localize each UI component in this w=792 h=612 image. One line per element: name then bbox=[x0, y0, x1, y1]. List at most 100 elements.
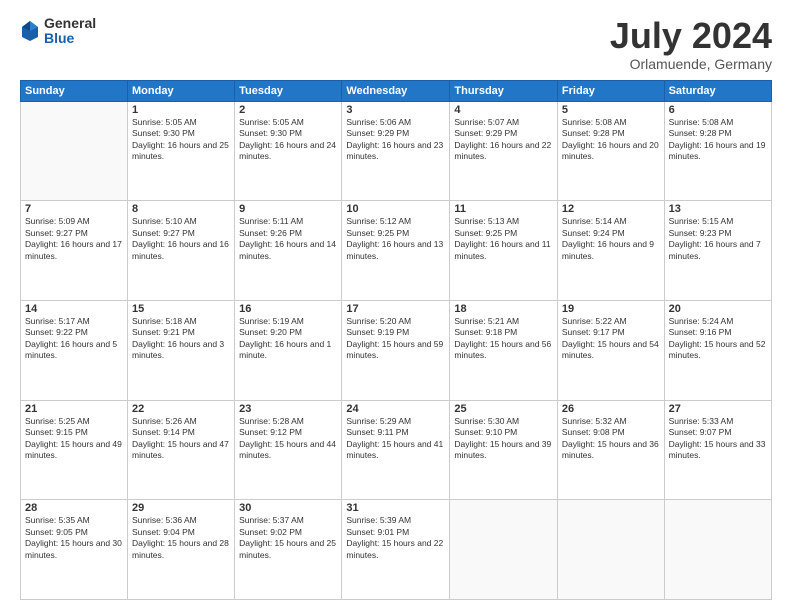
table-row: 8Sunrise: 5:10 AMSunset: 9:27 PMDaylight… bbox=[128, 201, 235, 301]
day-number: 6 bbox=[669, 104, 767, 116]
day-detail: Sunrise: 5:13 AMSunset: 9:25 PMDaylight:… bbox=[454, 216, 553, 262]
logo-icon bbox=[20, 19, 40, 43]
day-detail: Sunrise: 5:36 AMSunset: 9:04 PMDaylight:… bbox=[132, 515, 230, 561]
table-row: 29Sunrise: 5:36 AMSunset: 9:04 PMDayligh… bbox=[128, 500, 235, 600]
calendar-week-row: 28Sunrise: 5:35 AMSunset: 9:05 PMDayligh… bbox=[21, 500, 772, 600]
day-detail: Sunrise: 5:28 AMSunset: 9:12 PMDaylight:… bbox=[239, 416, 337, 462]
logo-blue: Blue bbox=[44, 31, 96, 46]
day-number: 2 bbox=[239, 104, 337, 116]
day-detail: Sunrise: 5:18 AMSunset: 9:21 PMDaylight:… bbox=[132, 316, 230, 362]
day-detail: Sunrise: 5:24 AMSunset: 9:16 PMDaylight:… bbox=[669, 316, 767, 362]
table-row: 11Sunrise: 5:13 AMSunset: 9:25 PMDayligh… bbox=[450, 201, 558, 301]
page: General Blue July 2024 Orlamuende, Germa… bbox=[0, 0, 792, 612]
day-number: 21 bbox=[25, 403, 123, 415]
table-row bbox=[557, 500, 664, 600]
calendar-week-row: 21Sunrise: 5:25 AMSunset: 9:15 PMDayligh… bbox=[21, 400, 772, 500]
day-detail: Sunrise: 5:33 AMSunset: 9:07 PMDaylight:… bbox=[669, 416, 767, 462]
day-detail: Sunrise: 5:39 AMSunset: 9:01 PMDaylight:… bbox=[346, 515, 445, 561]
table-row: 10Sunrise: 5:12 AMSunset: 9:25 PMDayligh… bbox=[342, 201, 450, 301]
day-detail: Sunrise: 5:37 AMSunset: 9:02 PMDaylight:… bbox=[239, 515, 337, 561]
day-detail: Sunrise: 5:14 AMSunset: 9:24 PMDaylight:… bbox=[562, 216, 660, 262]
title-block: July 2024 Orlamuende, Germany bbox=[610, 16, 772, 72]
table-row: 7Sunrise: 5:09 AMSunset: 9:27 PMDaylight… bbox=[21, 201, 128, 301]
day-number: 16 bbox=[239, 303, 337, 315]
calendar-table: Sunday Monday Tuesday Wednesday Thursday… bbox=[20, 80, 772, 600]
table-row: 27Sunrise: 5:33 AMSunset: 9:07 PMDayligh… bbox=[664, 400, 771, 500]
day-number: 31 bbox=[346, 502, 445, 514]
table-row: 12Sunrise: 5:14 AMSunset: 9:24 PMDayligh… bbox=[557, 201, 664, 301]
table-row: 15Sunrise: 5:18 AMSunset: 9:21 PMDayligh… bbox=[128, 300, 235, 400]
day-number: 7 bbox=[25, 203, 123, 215]
table-row: 23Sunrise: 5:28 AMSunset: 9:12 PMDayligh… bbox=[235, 400, 342, 500]
table-row: 18Sunrise: 5:21 AMSunset: 9:18 PMDayligh… bbox=[450, 300, 558, 400]
day-number: 13 bbox=[669, 203, 767, 215]
day-number: 18 bbox=[454, 303, 553, 315]
month-title: July 2024 bbox=[610, 16, 772, 56]
day-detail: Sunrise: 5:08 AMSunset: 9:28 PMDaylight:… bbox=[669, 117, 767, 163]
logo-text: General Blue bbox=[44, 16, 96, 47]
day-detail: Sunrise: 5:30 AMSunset: 9:10 PMDaylight:… bbox=[454, 416, 553, 462]
day-detail: Sunrise: 5:05 AMSunset: 9:30 PMDaylight:… bbox=[239, 117, 337, 163]
day-number: 3 bbox=[346, 104, 445, 116]
table-row: 26Sunrise: 5:32 AMSunset: 9:08 PMDayligh… bbox=[557, 400, 664, 500]
header-friday: Friday bbox=[557, 80, 664, 101]
day-number: 20 bbox=[669, 303, 767, 315]
day-number: 22 bbox=[132, 403, 230, 415]
header-thursday: Thursday bbox=[450, 80, 558, 101]
table-row: 1Sunrise: 5:05 AMSunset: 9:30 PMDaylight… bbox=[128, 101, 235, 201]
day-number: 1 bbox=[132, 104, 230, 116]
day-detail: Sunrise: 5:32 AMSunset: 9:08 PMDaylight:… bbox=[562, 416, 660, 462]
logo-general: General bbox=[44, 16, 96, 31]
table-row: 31Sunrise: 5:39 AMSunset: 9:01 PMDayligh… bbox=[342, 500, 450, 600]
day-detail: Sunrise: 5:07 AMSunset: 9:29 PMDaylight:… bbox=[454, 117, 553, 163]
day-detail: Sunrise: 5:12 AMSunset: 9:25 PMDaylight:… bbox=[346, 216, 445, 262]
table-row: 16Sunrise: 5:19 AMSunset: 9:20 PMDayligh… bbox=[235, 300, 342, 400]
table-row bbox=[450, 500, 558, 600]
day-detail: Sunrise: 5:09 AMSunset: 9:27 PMDaylight:… bbox=[25, 216, 123, 262]
header: General Blue July 2024 Orlamuende, Germa… bbox=[20, 16, 772, 72]
day-number: 29 bbox=[132, 502, 230, 514]
day-number: 30 bbox=[239, 502, 337, 514]
day-number: 14 bbox=[25, 303, 123, 315]
day-detail: Sunrise: 5:17 AMSunset: 9:22 PMDaylight:… bbox=[25, 316, 123, 362]
table-row bbox=[664, 500, 771, 600]
day-number: 10 bbox=[346, 203, 445, 215]
header-monday: Monday bbox=[128, 80, 235, 101]
day-detail: Sunrise: 5:29 AMSunset: 9:11 PMDaylight:… bbox=[346, 416, 445, 462]
table-row: 4Sunrise: 5:07 AMSunset: 9:29 PMDaylight… bbox=[450, 101, 558, 201]
day-number: 25 bbox=[454, 403, 553, 415]
table-row: 13Sunrise: 5:15 AMSunset: 9:23 PMDayligh… bbox=[664, 201, 771, 301]
day-number: 17 bbox=[346, 303, 445, 315]
calendar-week-row: 14Sunrise: 5:17 AMSunset: 9:22 PMDayligh… bbox=[21, 300, 772, 400]
day-number: 24 bbox=[346, 403, 445, 415]
table-row: 28Sunrise: 5:35 AMSunset: 9:05 PMDayligh… bbox=[21, 500, 128, 600]
table-row: 6Sunrise: 5:08 AMSunset: 9:28 PMDaylight… bbox=[664, 101, 771, 201]
day-detail: Sunrise: 5:15 AMSunset: 9:23 PMDaylight:… bbox=[669, 216, 767, 262]
table-row: 30Sunrise: 5:37 AMSunset: 9:02 PMDayligh… bbox=[235, 500, 342, 600]
day-detail: Sunrise: 5:11 AMSunset: 9:26 PMDaylight:… bbox=[239, 216, 337, 262]
day-detail: Sunrise: 5:05 AMSunset: 9:30 PMDaylight:… bbox=[132, 117, 230, 163]
table-row: 2Sunrise: 5:05 AMSunset: 9:30 PMDaylight… bbox=[235, 101, 342, 201]
table-row: 20Sunrise: 5:24 AMSunset: 9:16 PMDayligh… bbox=[664, 300, 771, 400]
day-number: 9 bbox=[239, 203, 337, 215]
day-detail: Sunrise: 5:08 AMSunset: 9:28 PMDaylight:… bbox=[562, 117, 660, 163]
header-sunday: Sunday bbox=[21, 80, 128, 101]
day-detail: Sunrise: 5:06 AMSunset: 9:29 PMDaylight:… bbox=[346, 117, 445, 163]
day-number: 5 bbox=[562, 104, 660, 116]
day-detail: Sunrise: 5:26 AMSunset: 9:14 PMDaylight:… bbox=[132, 416, 230, 462]
day-detail: Sunrise: 5:22 AMSunset: 9:17 PMDaylight:… bbox=[562, 316, 660, 362]
table-row: 17Sunrise: 5:20 AMSunset: 9:19 PMDayligh… bbox=[342, 300, 450, 400]
day-detail: Sunrise: 5:19 AMSunset: 9:20 PMDaylight:… bbox=[239, 316, 337, 362]
table-row: 19Sunrise: 5:22 AMSunset: 9:17 PMDayligh… bbox=[557, 300, 664, 400]
calendar-week-row: 7Sunrise: 5:09 AMSunset: 9:27 PMDaylight… bbox=[21, 201, 772, 301]
header-saturday: Saturday bbox=[664, 80, 771, 101]
table-row: 22Sunrise: 5:26 AMSunset: 9:14 PMDayligh… bbox=[128, 400, 235, 500]
day-detail: Sunrise: 5:20 AMSunset: 9:19 PMDaylight:… bbox=[346, 316, 445, 362]
table-row: 21Sunrise: 5:25 AMSunset: 9:15 PMDayligh… bbox=[21, 400, 128, 500]
day-detail: Sunrise: 5:10 AMSunset: 9:27 PMDaylight:… bbox=[132, 216, 230, 262]
day-number: 11 bbox=[454, 203, 553, 215]
day-number: 27 bbox=[669, 403, 767, 415]
header-wednesday: Wednesday bbox=[342, 80, 450, 101]
day-number: 28 bbox=[25, 502, 123, 514]
table-row: 24Sunrise: 5:29 AMSunset: 9:11 PMDayligh… bbox=[342, 400, 450, 500]
